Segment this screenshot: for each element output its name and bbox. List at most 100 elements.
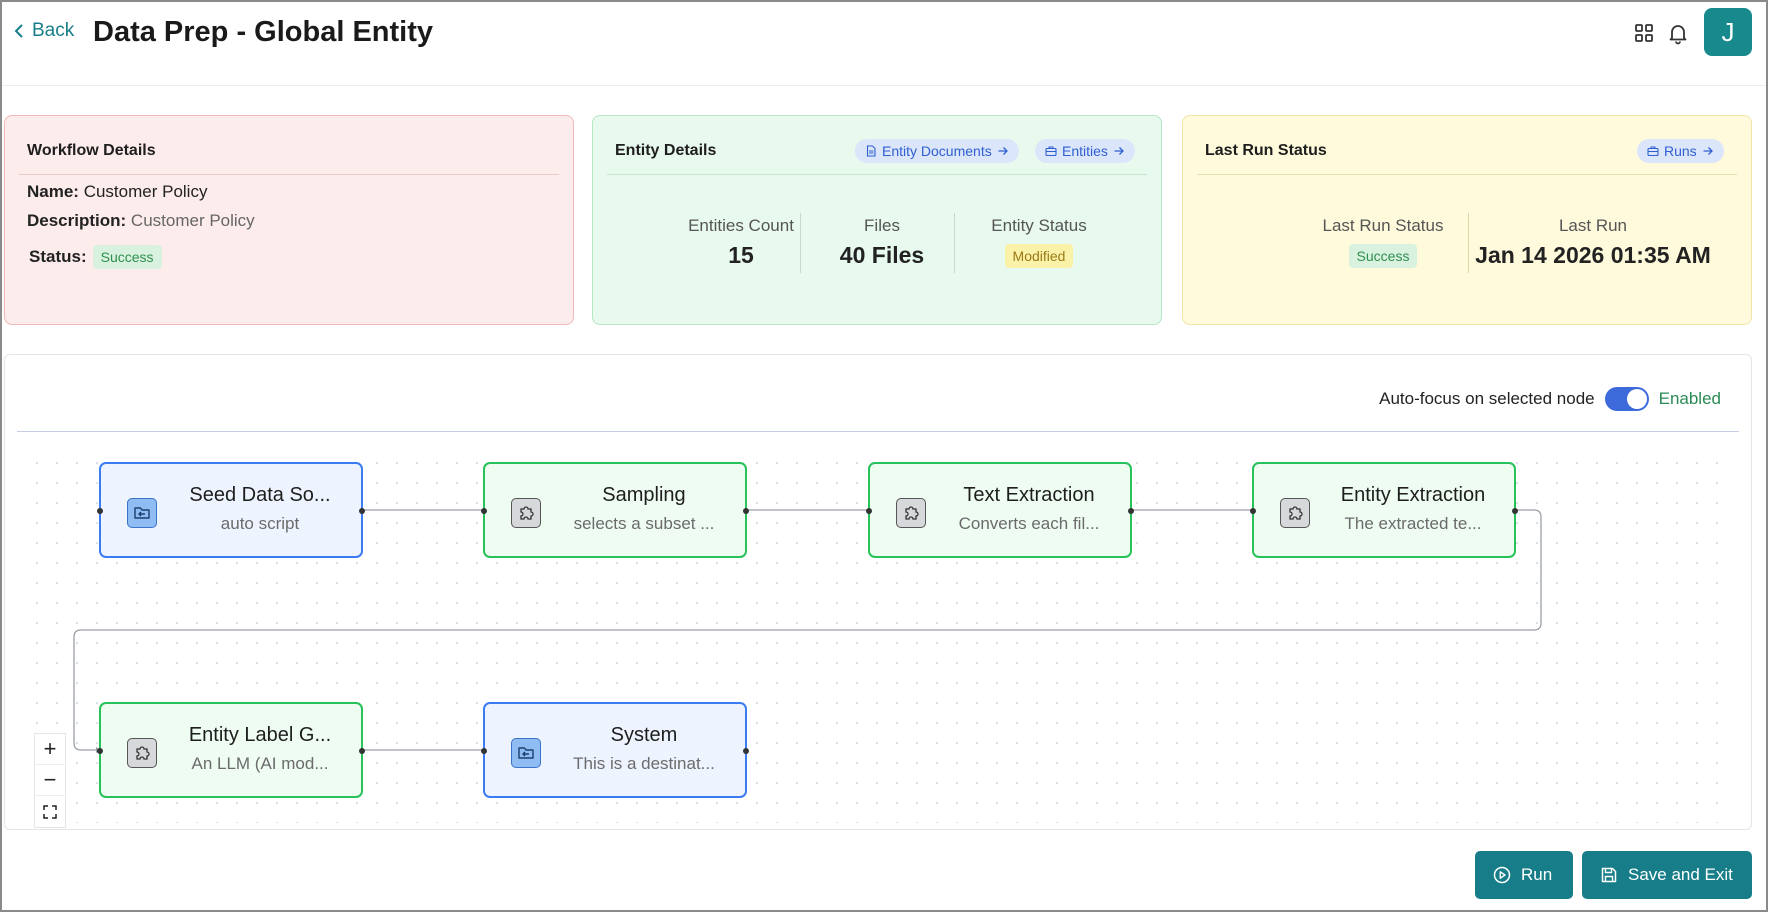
last-run-status-badge: Success [1348, 244, 1418, 268]
apps-grid-icon[interactable] [1632, 21, 1656, 45]
input-port[interactable] [481, 508, 487, 514]
name-value: Customer Policy [83, 182, 208, 201]
save-icon [1601, 867, 1617, 883]
node-description: Converts each fil... [958, 514, 1100, 533]
last-run-card: Last Run Status Runs Last Run Status Suc… [1182, 115, 1752, 325]
stat-label: Entities Count [688, 216, 794, 235]
divider [1197, 174, 1737, 175]
divider [954, 213, 955, 273]
arrow-right-icon [1703, 147, 1713, 155]
output-port[interactable] [1512, 508, 1518, 514]
play-circle-icon [1493, 866, 1511, 884]
run-button[interactable]: Run [1475, 851, 1573, 899]
node-title: Entity Extraction [1340, 484, 1486, 506]
output-port[interactable] [1128, 508, 1134, 514]
divider [19, 174, 559, 175]
workflow-node[interactable]: Entity Extraction The extracted te... [1250, 462, 1518, 558]
autofocus-toggle[interactable] [1604, 387, 1649, 411]
description-value: Customer Policy [130, 211, 255, 230]
node-title: Seed Data So... [189, 484, 331, 506]
autofocus-state: Enabled [1658, 389, 1721, 408]
workflow-description-row: Description: Customer Policy [27, 211, 255, 231]
workflow-node[interactable]: Seed Data So... auto script [97, 462, 365, 558]
divider [17, 431, 1739, 432]
node-title: Text Extraction [963, 484, 1095, 506]
entity-documents-link[interactable]: Entity Documents [855, 139, 1019, 163]
node-description: An LLM (AI mod... [191, 754, 329, 773]
arrow-right-icon [998, 147, 1008, 155]
node-title: Sampling [602, 484, 686, 506]
name-label: Name: [27, 182, 79, 201]
last-run-time-stat: Last Run Jan 14 2026 01:35 AM [1473, 216, 1713, 269]
puzzle-icon [127, 738, 157, 768]
workflow-node[interactable]: Text Extraction Converts each fil... [866, 462, 1134, 558]
chevron-left-icon [14, 24, 23, 38]
node-text: Seed Data So... auto script [175, 484, 345, 534]
stat-value: 15 [728, 242, 754, 268]
page-header: Back Data Prep - Global Entity J [0, 0, 1768, 86]
stat-label: Last Run [1558, 216, 1628, 235]
workflow-node[interactable]: Sampling selects a subset ... [481, 462, 749, 558]
fullscreen-icon [43, 804, 57, 819]
node-title: System [610, 724, 678, 746]
back-label: Back [32, 20, 75, 41]
workflow-status-row: Status: Success [29, 245, 162, 269]
puzzle-icon [511, 498, 541, 528]
status-label: Status: [29, 247, 87, 266]
input-port[interactable] [866, 508, 872, 514]
status-badge: Success [92, 245, 162, 269]
input-port[interactable] [97, 748, 103, 754]
workflow-node[interactable]: Entity Label G... An LLM (AI mod... [97, 702, 365, 798]
zoom-in-button[interactable]: + [35, 734, 65, 765]
node-description: auto script [220, 514, 300, 533]
entity-status-stat: Entity Status Modified [959, 216, 1119, 268]
card-title: Entity Details [615, 142, 717, 159]
entity-details-card: Entity Details Entity Documents Entities… [592, 115, 1162, 325]
output-port[interactable] [359, 508, 365, 514]
arrow-right-icon [1114, 147, 1124, 155]
document-icon [866, 145, 876, 157]
node-description: selects a subset ... [573, 514, 715, 533]
node-title: Entity Label G... [188, 724, 332, 746]
node-text: Entity Extraction The extracted te... [1328, 484, 1498, 534]
save-and-exit-label: Save and Exit [1628, 865, 1733, 884]
bell-icon[interactable] [1666, 21, 1690, 45]
stat-value: Jan 14 2026 01:35 AM [1475, 242, 1711, 268]
chip-label: Entities [1062, 143, 1108, 159]
workflow-name-row: Name: Customer Policy [27, 182, 207, 202]
node-text: Text Extraction Converts each fil... [944, 484, 1114, 534]
card-title: Last Run Status [1205, 142, 1327, 159]
chip-label: Runs [1664, 143, 1697, 159]
output-port[interactable] [743, 748, 749, 754]
runs-link[interactable]: Runs [1637, 139, 1724, 163]
save-and-exit-button[interactable]: Save and Exit [1582, 851, 1752, 899]
entities-link[interactable]: Entities [1035, 139, 1135, 163]
node-text: Sampling selects a subset ... [559, 484, 729, 534]
last-run-status-stat: Last Run Status Success [1283, 216, 1483, 268]
files-stat: Files 40 Files [807, 216, 957, 269]
avatar[interactable]: J [1704, 8, 1752, 56]
divider [1468, 213, 1469, 273]
run-label: Run [1521, 865, 1553, 884]
workflow-details-card: Workflow Details Name: Customer Policy D… [4, 115, 574, 325]
output-port[interactable] [743, 508, 749, 514]
back-button[interactable]: Back [12, 20, 74, 42]
page-title: Data Prep - Global Entity [93, 16, 433, 48]
stat-value: 40 Files [839, 242, 925, 268]
card-title: Workflow Details [27, 142, 156, 159]
input-port[interactable] [481, 748, 487, 754]
divider [800, 213, 801, 273]
input-port[interactable] [97, 508, 103, 514]
node-text: System This is a destinat... [559, 724, 729, 774]
entity-status-badge: Modified [1004, 244, 1074, 268]
stat-label: Files [864, 216, 900, 235]
stat-label: Entity Status [991, 216, 1087, 235]
fit-view-button[interactable] [35, 796, 65, 827]
output-port[interactable] [359, 748, 365, 754]
node-text: Entity Label G... An LLM (AI mod... [175, 724, 345, 774]
node-description: This is a destinat... [573, 754, 715, 773]
input-port[interactable] [1250, 508, 1256, 514]
zoom-out-button[interactable]: − [35, 765, 65, 796]
workflow-node[interactable]: System This is a destinat... [481, 702, 749, 798]
description-label: Description: [27, 211, 127, 230]
